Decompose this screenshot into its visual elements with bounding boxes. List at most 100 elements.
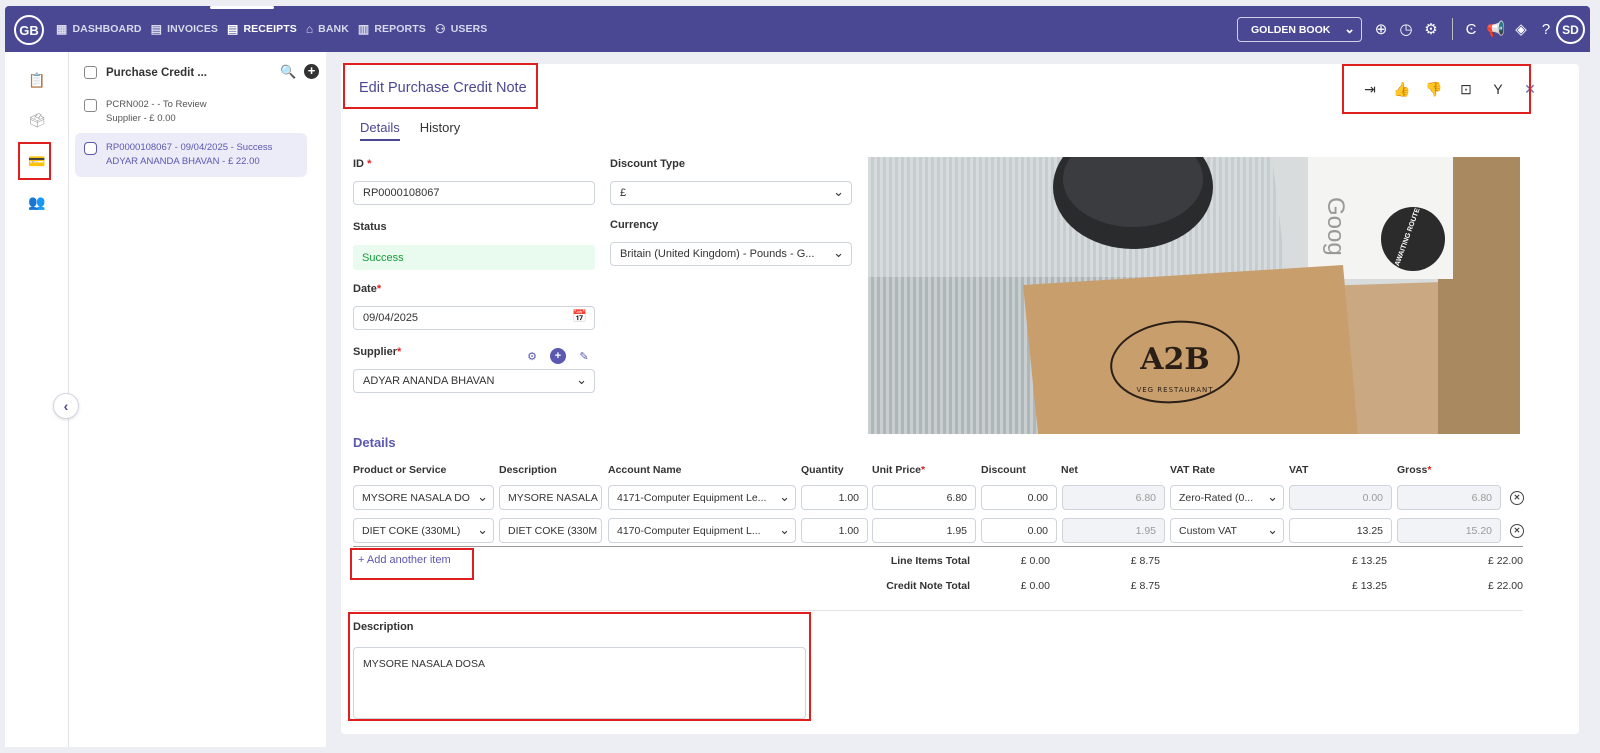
date-value: 09/04/2025	[363, 312, 419, 324]
gross-value: 6.80	[1397, 485, 1501, 510]
help-icon[interactable]: ?	[1536, 19, 1556, 39]
unit-price-input[interactable]: 6.80	[872, 485, 976, 510]
active-tab-indicator	[210, 6, 274, 9]
account-value: 4171-Computer Equipment Le...	[617, 491, 767, 504]
required-mark: *	[376, 283, 382, 295]
remove-row-icon[interactable]: ✕	[1510, 524, 1524, 538]
list-item-line2: ADYAR ANANDA BHAVAN - £ 22.00	[106, 156, 260, 167]
restaurant-logo-text: A2B	[1139, 342, 1210, 377]
col-header-unit-price: Unit Price*	[872, 464, 925, 476]
history-icon[interactable]: ◷	[1396, 19, 1416, 39]
nav-bank[interactable]: ⌂ BANK	[306, 22, 349, 36]
list-item-text: PCRN002 - - To Review Supplier - £ 0.00	[106, 98, 207, 126]
col-header-unit-price-text: Unit Price	[872, 464, 922, 476]
supplier-label: Supplier*	[353, 346, 401, 358]
company-select[interactable]: GOLDEN BOOK ⌄	[1237, 17, 1362, 42]
vat-rate-select[interactable]: Custom VAT ⌄	[1170, 518, 1284, 543]
list-item-line2: Supplier - £ 0.00	[106, 113, 176, 124]
unit-price-input[interactable]: 1.95	[872, 518, 976, 543]
supplier-select[interactable]: ADYAR ANANDA BHAVAN ⌄	[353, 369, 595, 393]
select-all-checkbox[interactable]	[84, 66, 97, 79]
description-input[interactable]: DIET COKE (330M	[499, 518, 602, 543]
bank-icon: ⌂	[305, 22, 314, 36]
list-item-selected[interactable]: RP0000108067 - 09/04/2025 - Success ADYA…	[75, 133, 307, 177]
item-checkbox[interactable]	[84, 142, 97, 155]
product-select[interactable]: DIET COKE (330ML) ⌄	[353, 518, 494, 543]
details-section-title: Details	[353, 435, 396, 450]
nav-receipts-label: RECEIPTS	[243, 23, 297, 35]
discount-type-select[interactable]: £ ⌄	[610, 181, 852, 205]
list-panel: Purchase Credit ... 🔍 + PCRN002 - - To R…	[69, 52, 326, 747]
account-select[interactable]: 4170-Computer Equipment L... ⌄	[608, 518, 796, 543]
nav-reports[interactable]: ▥ REPORTS	[358, 22, 426, 36]
gear-icon[interactable]: ⚙	[1421, 19, 1441, 39]
required-mark: *	[1427, 464, 1432, 476]
discount-input[interactable]: 0.00	[981, 485, 1057, 510]
reports-icon: ▥	[357, 22, 370, 36]
calendar-icon[interactable]: 📅	[572, 309, 587, 323]
app-logo[interactable]: GB	[14, 15, 44, 45]
account-select[interactable]: 4171-Computer Equipment Le... ⌄	[608, 485, 796, 510]
nav-bank-label: BANK	[318, 23, 349, 35]
col-header-product: Product or Service	[353, 464, 447, 476]
add-icon[interactable]: +	[304, 64, 319, 79]
clipboard-icon[interactable]: 📋	[25, 68, 49, 92]
currency-label: Currency	[610, 219, 659, 231]
chevron-left-icon: ‹	[63, 398, 69, 414]
add-supplier-icon[interactable]: +	[550, 348, 566, 364]
date-label-text: Date	[353, 283, 377, 295]
vat-rate-select[interactable]: Zero-Rated (0... ⌄	[1170, 485, 1284, 510]
search-icon[interactable]: 🔍	[280, 64, 296, 80]
list-item-line1: PCRN002 - - To Review	[106, 99, 207, 110]
required-mark: *	[367, 158, 372, 170]
date-field[interactable]: 09/04/2025 📅	[353, 306, 595, 330]
supplier-settings-icon[interactable]: ⚙	[524, 348, 540, 364]
nav-dashboard[interactable]: ▦ DASHBOARD	[56, 22, 142, 36]
status-field: Success	[353, 245, 595, 270]
nav-invoices-label: INVOICES	[167, 23, 219, 35]
line-items-total-label: Line Items Total	[890, 555, 970, 567]
receipt-image[interactable]: Goog AWAITING ROUTE A2B VEG RESTAURANT	[868, 157, 1520, 434]
chevron-down-icon: ⌄	[576, 372, 587, 387]
megaphone-icon[interactable]: 📢	[1486, 19, 1506, 39]
list-title: Purchase Credit ...	[106, 66, 207, 79]
brand-c-icon[interactable]: Ͼ	[1461, 19, 1481, 39]
col-header-account: Account Name	[608, 464, 682, 476]
nav-users[interactable]: ⚇ USERS	[435, 22, 488, 36]
quantity-input[interactable]: 1.00	[801, 518, 868, 543]
id-label: ID *	[353, 158, 371, 170]
nav-invoices[interactable]: ▤ INVOICES	[151, 22, 218, 36]
nav-reports-label: REPORTS	[374, 23, 426, 35]
remove-row-icon[interactable]: ✕	[1510, 491, 1524, 505]
product-select[interactable]: MYSORE NASALA DO ⌄	[353, 485, 494, 510]
vat-rate-value: Custom VAT	[1179, 524, 1237, 537]
collapse-panel-button[interactable]: ‹	[53, 393, 79, 419]
edit-pencil-icon[interactable]: ✎	[576, 348, 592, 364]
supplier-actions: ⚙ + ✎	[524, 348, 602, 364]
chevron-down-icon: ⌄	[833, 184, 844, 199]
list-item[interactable]: PCRN002 - - To Review Supplier - £ 0.00	[75, 90, 307, 134]
card-text: Goog	[1322, 197, 1349, 256]
inbox-icon[interactable]: 🗳	[25, 108, 49, 132]
people-icon[interactable]: 👥	[25, 190, 49, 214]
nav-users-label: USERS	[450, 23, 488, 35]
discount-type-label: Discount Type	[610, 158, 685, 170]
chevron-down-icon: ⌄	[477, 522, 488, 537]
vat-input[interactable]: 13.25	[1289, 518, 1392, 543]
description-input[interactable]: MYSORE NASALA	[499, 485, 602, 510]
tab-details[interactable]: Details	[360, 120, 400, 141]
discount-input[interactable]: 0.00	[981, 518, 1057, 543]
gross-value: 15.20	[1397, 518, 1501, 543]
diamond-icon[interactable]: ◈	[1511, 19, 1531, 39]
product-value: MYSORE NASALA DO	[362, 491, 470, 504]
tab-history[interactable]: History	[420, 120, 460, 141]
user-avatar[interactable]: SD	[1556, 15, 1585, 44]
quantity-input[interactable]: 1.00	[801, 485, 868, 510]
main-nav: ▦ DASHBOARD ▤ INVOICES ▤ RECEIPTS ⌂ BANK ▥ RE…	[56, 6, 496, 52]
product-value: DIET COKE (330ML)	[362, 524, 461, 537]
nav-receipts[interactable]: ▤ RECEIPTS	[227, 22, 297, 36]
add-circle-icon[interactable]: ⊕	[1371, 19, 1391, 39]
item-checkbox[interactable]	[84, 99, 97, 112]
currency-select[interactable]: Britain (United Kingdom) - Pounds - G...…	[610, 242, 852, 266]
id-field[interactable]: RP0000108067	[353, 181, 595, 205]
